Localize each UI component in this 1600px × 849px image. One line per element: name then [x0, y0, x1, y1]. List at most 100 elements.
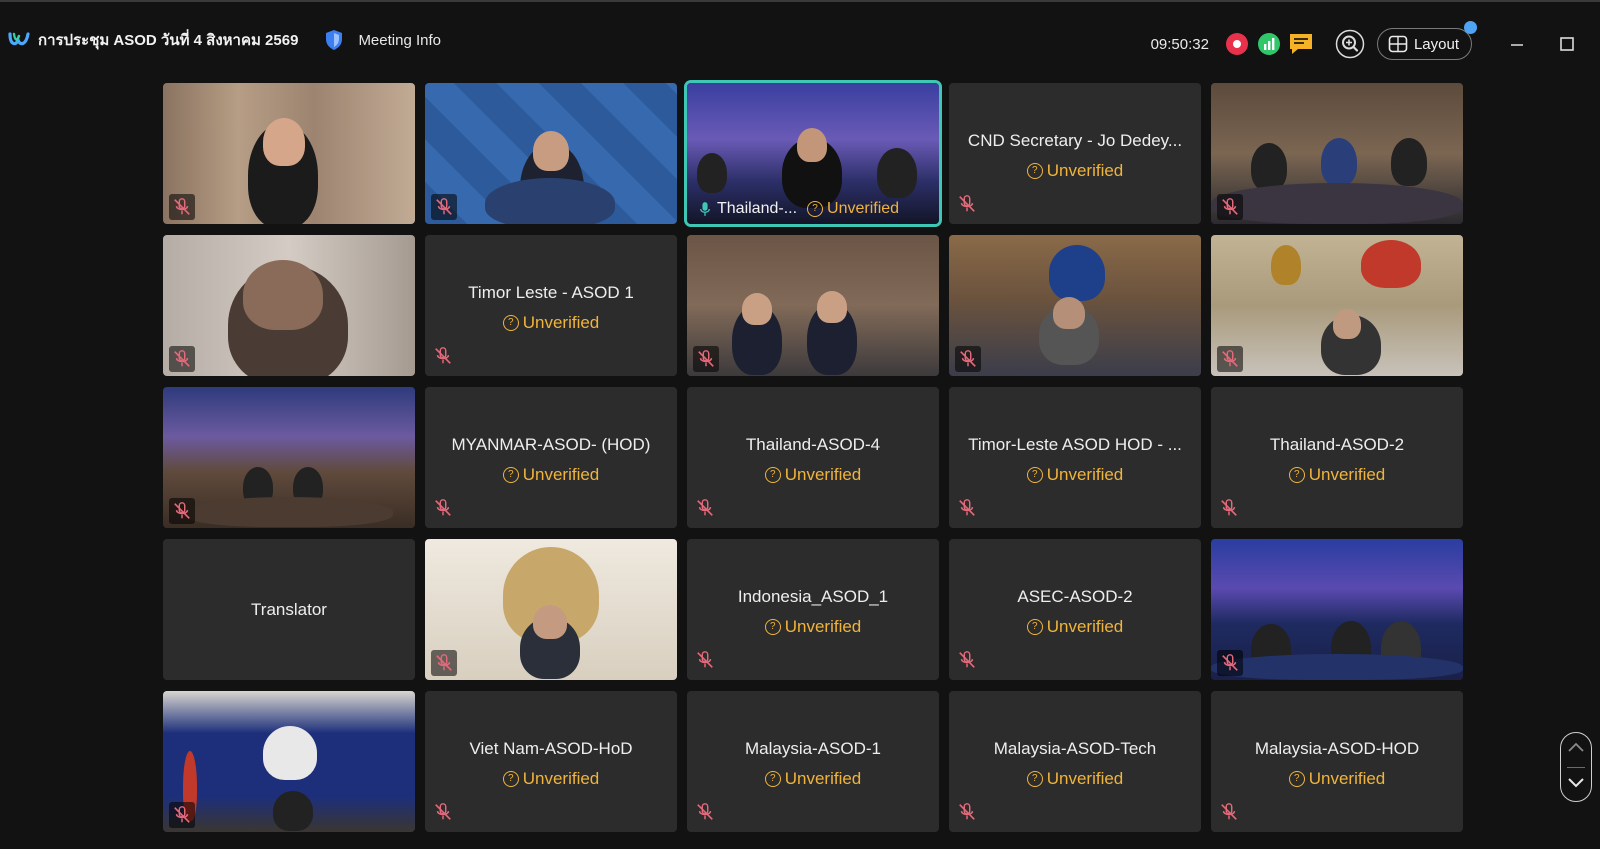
- participant-tile[interactable]: [425, 83, 677, 224]
- question-circle-icon: ?: [764, 771, 781, 787]
- participant-tile[interactable]: ASEC-ASOD-2? Unverified: [949, 539, 1201, 680]
- microphone-muted-icon: [959, 195, 975, 212]
- participant-video: [163, 235, 415, 376]
- question-circle-icon: ?: [502, 467, 519, 483]
- participant-name: Thailand-...: [717, 200, 798, 217]
- microphone-muted-icon: [960, 350, 976, 367]
- microphone-muted-icon: [1221, 499, 1237, 516]
- video-figure: [697, 153, 727, 193]
- participant-video: [425, 83, 677, 224]
- record-button[interactable]: [1223, 30, 1251, 58]
- video-figure: [1361, 240, 1421, 288]
- video-figure: [263, 118, 305, 166]
- muted-indicator: [431, 194, 457, 220]
- question-circle-icon: ?: [502, 315, 519, 331]
- unverified-badge: ? Unverified: [425, 769, 677, 789]
- participant-tile[interactable]: [1211, 235, 1463, 376]
- participant-tile[interactable]: [425, 539, 677, 680]
- meeting-header: การประชุม ASOD วันที่ 4 สิงหาคม 2569 Mee…: [8, 28, 441, 52]
- muted-indicator: [957, 498, 979, 520]
- participant-tile[interactable]: Malaysia-ASOD-Tech? Unverified: [949, 691, 1201, 832]
- participant-tile[interactable]: Indonesia_ASOD_1? Unverified: [687, 539, 939, 680]
- page-up-button[interactable]: [1561, 741, 1591, 753]
- participant-tile[interactable]: Malaysia-ASOD-HOD? Unverified: [1211, 691, 1463, 832]
- participant-tile[interactable]: Translator: [163, 539, 415, 680]
- participant-tile[interactable]: MYANMAR-ASOD- (HOD)? Unverified: [425, 387, 677, 528]
- participant-video: [425, 539, 677, 680]
- unverified-label: Unverified: [1046, 769, 1124, 788]
- participant-video: [163, 691, 415, 832]
- participant-tile[interactable]: Thailand-ASOD-2? Unverified: [1211, 387, 1463, 528]
- participant-tile[interactable]: CND Secretary - Jo Dedey...? Unverified: [949, 83, 1201, 224]
- video-figure: [1049, 245, 1105, 301]
- participant-tile[interactable]: Timor Leste - ASOD 1? Unverified: [425, 235, 677, 376]
- question-circle-icon: ?: [1026, 467, 1043, 483]
- muted-indicator: [1219, 802, 1241, 824]
- muted-indicator: [433, 802, 455, 824]
- unverified-badge: ? Unverified: [807, 200, 899, 218]
- microphone-muted-icon: [435, 347, 451, 364]
- participant-video: [949, 235, 1201, 376]
- meeting-title: การประชุม ASOD วันที่ 4 สิงหาคม 2569: [38, 32, 299, 49]
- chat-button[interactable]: [1287, 30, 1315, 58]
- muted-indicator: [169, 346, 195, 372]
- minimize-button[interactable]: [1502, 29, 1532, 59]
- microphone-muted-icon: [1222, 350, 1238, 367]
- unverified-badge: ? Unverified: [949, 161, 1201, 181]
- participant-name: Timor-Leste ASOD HOD - ...: [968, 435, 1182, 454]
- unverified-badge: ? Unverified: [1211, 465, 1463, 485]
- participant-tile[interactable]: Malaysia-ASOD-1? Unverified: [687, 691, 939, 832]
- participant-tile[interactable]: Thailand-... ? Unverified: [687, 83, 939, 224]
- participant-tile[interactable]: Thailand-ASOD-4? Unverified: [687, 387, 939, 528]
- participant-tile[interactable]: Timor-Leste ASOD HOD - ... ? Unverified: [949, 387, 1201, 528]
- microphone-muted-icon: [959, 803, 975, 820]
- microphone-muted-icon: [174, 350, 190, 367]
- participant-name: Malaysia-ASOD-1: [744, 739, 882, 758]
- zoom-in-icon: [1335, 29, 1365, 59]
- microphone-muted-icon: [436, 198, 452, 215]
- participant-tile[interactable]: [163, 691, 415, 832]
- video-figure: [243, 260, 323, 330]
- video-figure: [1053, 297, 1085, 329]
- participant-tile[interactable]: [949, 235, 1201, 376]
- participant-tile[interactable]: [163, 387, 415, 528]
- participant-video: [163, 83, 415, 224]
- stats-button[interactable]: [1255, 30, 1283, 58]
- unverified-label: Unverified: [784, 465, 862, 484]
- participant-tile[interactable]: Viet Nam-ASOD-HoD? Unverified: [425, 691, 677, 832]
- microphone-muted-icon: [174, 198, 190, 215]
- participant-name: Malaysia-ASOD-Tech: [993, 739, 1157, 758]
- maximize-icon: [1560, 37, 1574, 51]
- minimize-icon: [1511, 44, 1523, 46]
- video-name-label: Thailand-... ? Unverified: [699, 196, 933, 222]
- muted-indicator: [433, 346, 455, 368]
- question-circle-icon: ?: [1026, 771, 1043, 787]
- muted-indicator: [1217, 346, 1243, 372]
- participant-tile[interactable]: [1211, 83, 1463, 224]
- signal-stats-icon: [1257, 33, 1280, 55]
- record-icon: [1225, 33, 1248, 55]
- chevron-up-icon: [1568, 742, 1584, 752]
- participant-tile[interactable]: [163, 83, 415, 224]
- question-circle-icon: ?: [807, 201, 824, 217]
- video-figure: [1321, 138, 1357, 186]
- grid-layout-icon: [1388, 35, 1408, 53]
- muted-indicator: [433, 498, 455, 520]
- question-circle-icon: ?: [1026, 619, 1043, 635]
- unverified-badge: ? Unverified: [949, 465, 1201, 485]
- shield-icon[interactable]: [324, 29, 344, 51]
- meeting-info-link[interactable]: Meeting Info: [358, 32, 441, 49]
- muted-indicator: [431, 650, 457, 676]
- muted-indicator: [1217, 194, 1243, 220]
- header-controls: 09:50:32 Layout: [1151, 21, 1600, 62]
- participant-video: [1211, 235, 1463, 376]
- participant-tile[interactable]: [687, 235, 939, 376]
- maximize-button[interactable]: [1552, 29, 1582, 59]
- zoom-button[interactable]: [1333, 27, 1367, 61]
- layout-button[interactable]: Layout: [1376, 21, 1477, 60]
- page-down-button[interactable]: [1561, 777, 1591, 789]
- participant-tile[interactable]: [1211, 539, 1463, 680]
- participant-name: Malaysia-ASOD-HOD: [1254, 739, 1420, 758]
- unverified-label: Unverified: [1046, 161, 1124, 180]
- participant-tile[interactable]: [163, 235, 415, 376]
